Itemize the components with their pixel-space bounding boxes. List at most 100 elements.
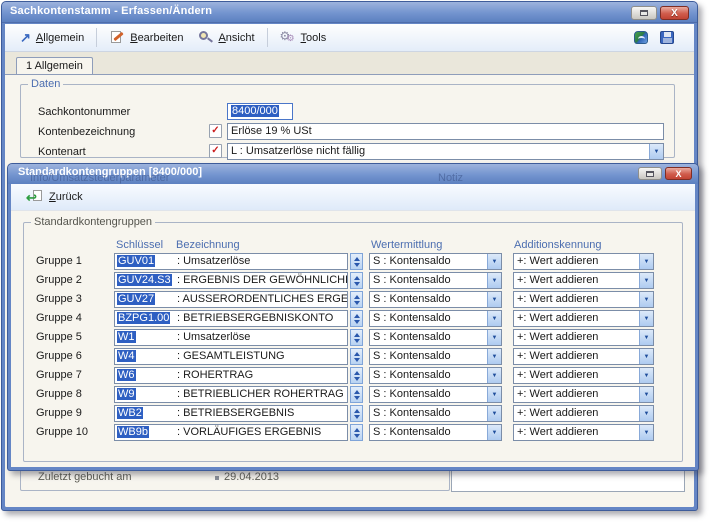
key-spinner[interactable] <box>350 386 363 403</box>
checkmark-icon[interactable]: ✓ <box>209 144 222 158</box>
dropdown-button[interactable]: ▼ <box>487 254 501 269</box>
hammer-icon <box>109 30 125 45</box>
chevron-down-icon: ▼ <box>492 354 498 360</box>
key-input[interactable]: WB9b: VORLÄUFIGES ERGEBNIS <box>114 424 348 441</box>
dialog-restore-button[interactable] <box>638 167 662 180</box>
additionskennung-select[interactable]: +: Wert addieren ▼ <box>513 367 654 384</box>
key-input[interactable]: GUV27: AUSSERORDENTLICHES ERGEBNIS <box>114 291 348 308</box>
menu-allgemein[interactable]: ↗ Allgemein <box>13 28 91 47</box>
gears-icon: ⚙⚙ <box>280 30 296 45</box>
dropdown-button[interactable]: ▼ <box>639 330 653 345</box>
menu-bearbeiten[interactable]: Bearbeiten <box>102 27 190 48</box>
spinner-up-icon <box>354 409 360 413</box>
checkmark-icon[interactable]: ✓ <box>209 124 222 138</box>
dropdown-button[interactable]: ▼ <box>639 349 653 364</box>
dialog-close-button[interactable]: X <box>665 167 692 180</box>
key-input[interactable]: W4: GESAMTLEISTUNG <box>114 348 348 365</box>
key-spinner[interactable] <box>350 291 363 308</box>
spinner-down-icon <box>354 339 360 343</box>
wertermittlung-select[interactable]: S : Kontensaldo ▼ <box>369 253 502 270</box>
additionskennung-select[interactable]: +: Wert addieren ▼ <box>513 272 654 289</box>
main-titlebar[interactable]: Sachkontenstamm - Erfassen/Ändern X <box>2 2 697 23</box>
dropdown-button[interactable]: ▼ <box>487 330 501 345</box>
table-row: Gruppe 8 W9: BETRIEBLICHER ROHERTRAG S :… <box>24 386 682 403</box>
dropdown-button[interactable]: ▼ <box>639 254 653 269</box>
key-description: : BETRIEBSERGEBNIS <box>177 407 294 419</box>
kontenbezeichnung-value: Erlöse 19 % USt <box>231 125 312 137</box>
spinner-up-icon <box>354 314 360 318</box>
dropdown-button[interactable]: ▼ <box>487 387 501 402</box>
magnifier-icon <box>197 30 213 45</box>
dropdown-button[interactable]: ▼ <box>639 273 653 288</box>
additionskennung-select[interactable]: +: Wert addieren ▼ <box>513 348 654 365</box>
additionskennung-select[interactable]: +: Wert addieren ▼ <box>513 253 654 270</box>
dropdown-button[interactable]: ▼ <box>487 349 501 364</box>
dropdown-button[interactable]: ▼ <box>487 406 501 421</box>
key-value: BZPG1.00 <box>117 312 170 324</box>
key-spinner[interactable] <box>350 348 363 365</box>
key-value: GUV01 <box>117 255 155 267</box>
dropdown-button[interactable]: ▼ <box>487 292 501 307</box>
kontenart-select[interactable]: L : Umsatzerlöse nicht fällig ▼ <box>227 143 664 160</box>
close-button[interactable]: X <box>660 6 689 20</box>
dropdown-button[interactable]: ▼ <box>639 406 653 421</box>
menu-tools[interactable]: ⚙⚙ Tools <box>273 27 334 48</box>
dropdown-button[interactable]: ▼ <box>649 144 663 159</box>
dropdown-button[interactable]: ▼ <box>487 273 501 288</box>
key-input[interactable]: WB2: BETRIEBSERGEBNIS <box>114 405 348 422</box>
spinner-down-icon <box>354 301 360 305</box>
dropdown-button[interactable]: ▼ <box>639 425 653 440</box>
sachkontonummer-input[interactable]: 8400/000 <box>227 103 293 120</box>
menu-ansicht[interactable]: Ansicht <box>190 27 261 48</box>
additionskennung-select[interactable]: +: Wert addieren ▼ <box>513 386 654 403</box>
dropdown-button[interactable]: ▼ <box>487 368 501 383</box>
dropdown-button[interactable]: ▼ <box>487 425 501 440</box>
wertermittlung-select[interactable]: S : Kontensaldo ▼ <box>369 424 502 441</box>
spinner-up-icon <box>354 352 360 356</box>
additionskennung-select[interactable]: +: Wert addieren ▼ <box>513 310 654 327</box>
chevron-down-icon: ▼ <box>492 278 498 284</box>
dropdown-button[interactable]: ▼ <box>487 311 501 326</box>
dialog-titlebar[interactable]: Standardkontengruppen [8400/000] Info/Um… <box>8 164 698 184</box>
dropdown-button[interactable]: ▼ <box>639 292 653 307</box>
wertermittlung-select[interactable]: S : Kontensaldo ▼ <box>369 367 502 384</box>
wertermittlung-select[interactable]: S : Kontensaldo ▼ <box>369 405 502 422</box>
restore-button[interactable] <box>631 6 657 20</box>
additionskennung-select[interactable]: +: Wert addieren ▼ <box>513 405 654 422</box>
key-spinner[interactable] <box>350 367 363 384</box>
kontenbezeichnung-input[interactable]: Erlöse 19 % USt <box>227 123 664 140</box>
key-spinner[interactable] <box>350 405 363 422</box>
arrow-ne-icon: ↗ <box>20 31 31 44</box>
dropdown-button[interactable]: ▼ <box>639 311 653 326</box>
key-input[interactable]: W1: Umsatzerlöse <box>114 329 348 346</box>
key-value: W9 <box>117 388 136 400</box>
key-spinner[interactable] <box>350 329 363 346</box>
wertermittlung-select[interactable]: S : Kontensaldo ▼ <box>369 291 502 308</box>
dropdown-button[interactable]: ▼ <box>639 387 653 402</box>
key-input[interactable]: W6: ROHERTRAG <box>114 367 348 384</box>
additionskennung-select[interactable]: +: Wert addieren ▼ <box>513 329 654 346</box>
wertermittlung-value: S : Kontensaldo <box>373 330 485 345</box>
globe-icon[interactable] <box>634 31 648 44</box>
save-icon[interactable] <box>660 31 674 44</box>
tab-allgemein[interactable]: 1 Allgemein <box>16 57 93 75</box>
key-spinner[interactable] <box>350 424 363 441</box>
wertermittlung-select[interactable]: S : Kontensaldo ▼ <box>369 272 502 289</box>
key-spinner[interactable] <box>350 272 363 289</box>
zurueck-button[interactable]: ↩ Zurück <box>21 188 89 206</box>
wertermittlung-select[interactable]: S : Kontensaldo ▼ <box>369 310 502 327</box>
key-input[interactable]: GUV01: Umsatzerlöse <box>114 253 348 270</box>
key-input[interactable]: BZPG1.00: BETRIEBSERGEBNISKONTO <box>114 310 348 327</box>
group-label: Gruppe 3 <box>36 291 82 308</box>
wertermittlung-select[interactable]: S : Kontensaldo ▼ <box>369 348 502 365</box>
wertermittlung-select[interactable]: S : Kontensaldo ▼ <box>369 329 502 346</box>
key-input[interactable]: GUV24.S3: ERGEBNIS DER GEWÖHNLICHEN GES <box>114 272 348 289</box>
additionskennung-select[interactable]: +: Wert addieren ▼ <box>513 291 654 308</box>
key-spinner[interactable] <box>350 310 363 327</box>
dropdown-button[interactable]: ▼ <box>639 368 653 383</box>
key-spinner[interactable] <box>350 253 363 270</box>
additionskennung-select[interactable]: +: Wert addieren ▼ <box>513 424 654 441</box>
wertermittlung-select[interactable]: S : Kontensaldo ▼ <box>369 386 502 403</box>
key-description: : ERGEBNIS DER GEWÖHNLICHEN GES <box>177 274 348 286</box>
key-input[interactable]: W9: BETRIEBLICHER ROHERTRAG <box>114 386 348 403</box>
